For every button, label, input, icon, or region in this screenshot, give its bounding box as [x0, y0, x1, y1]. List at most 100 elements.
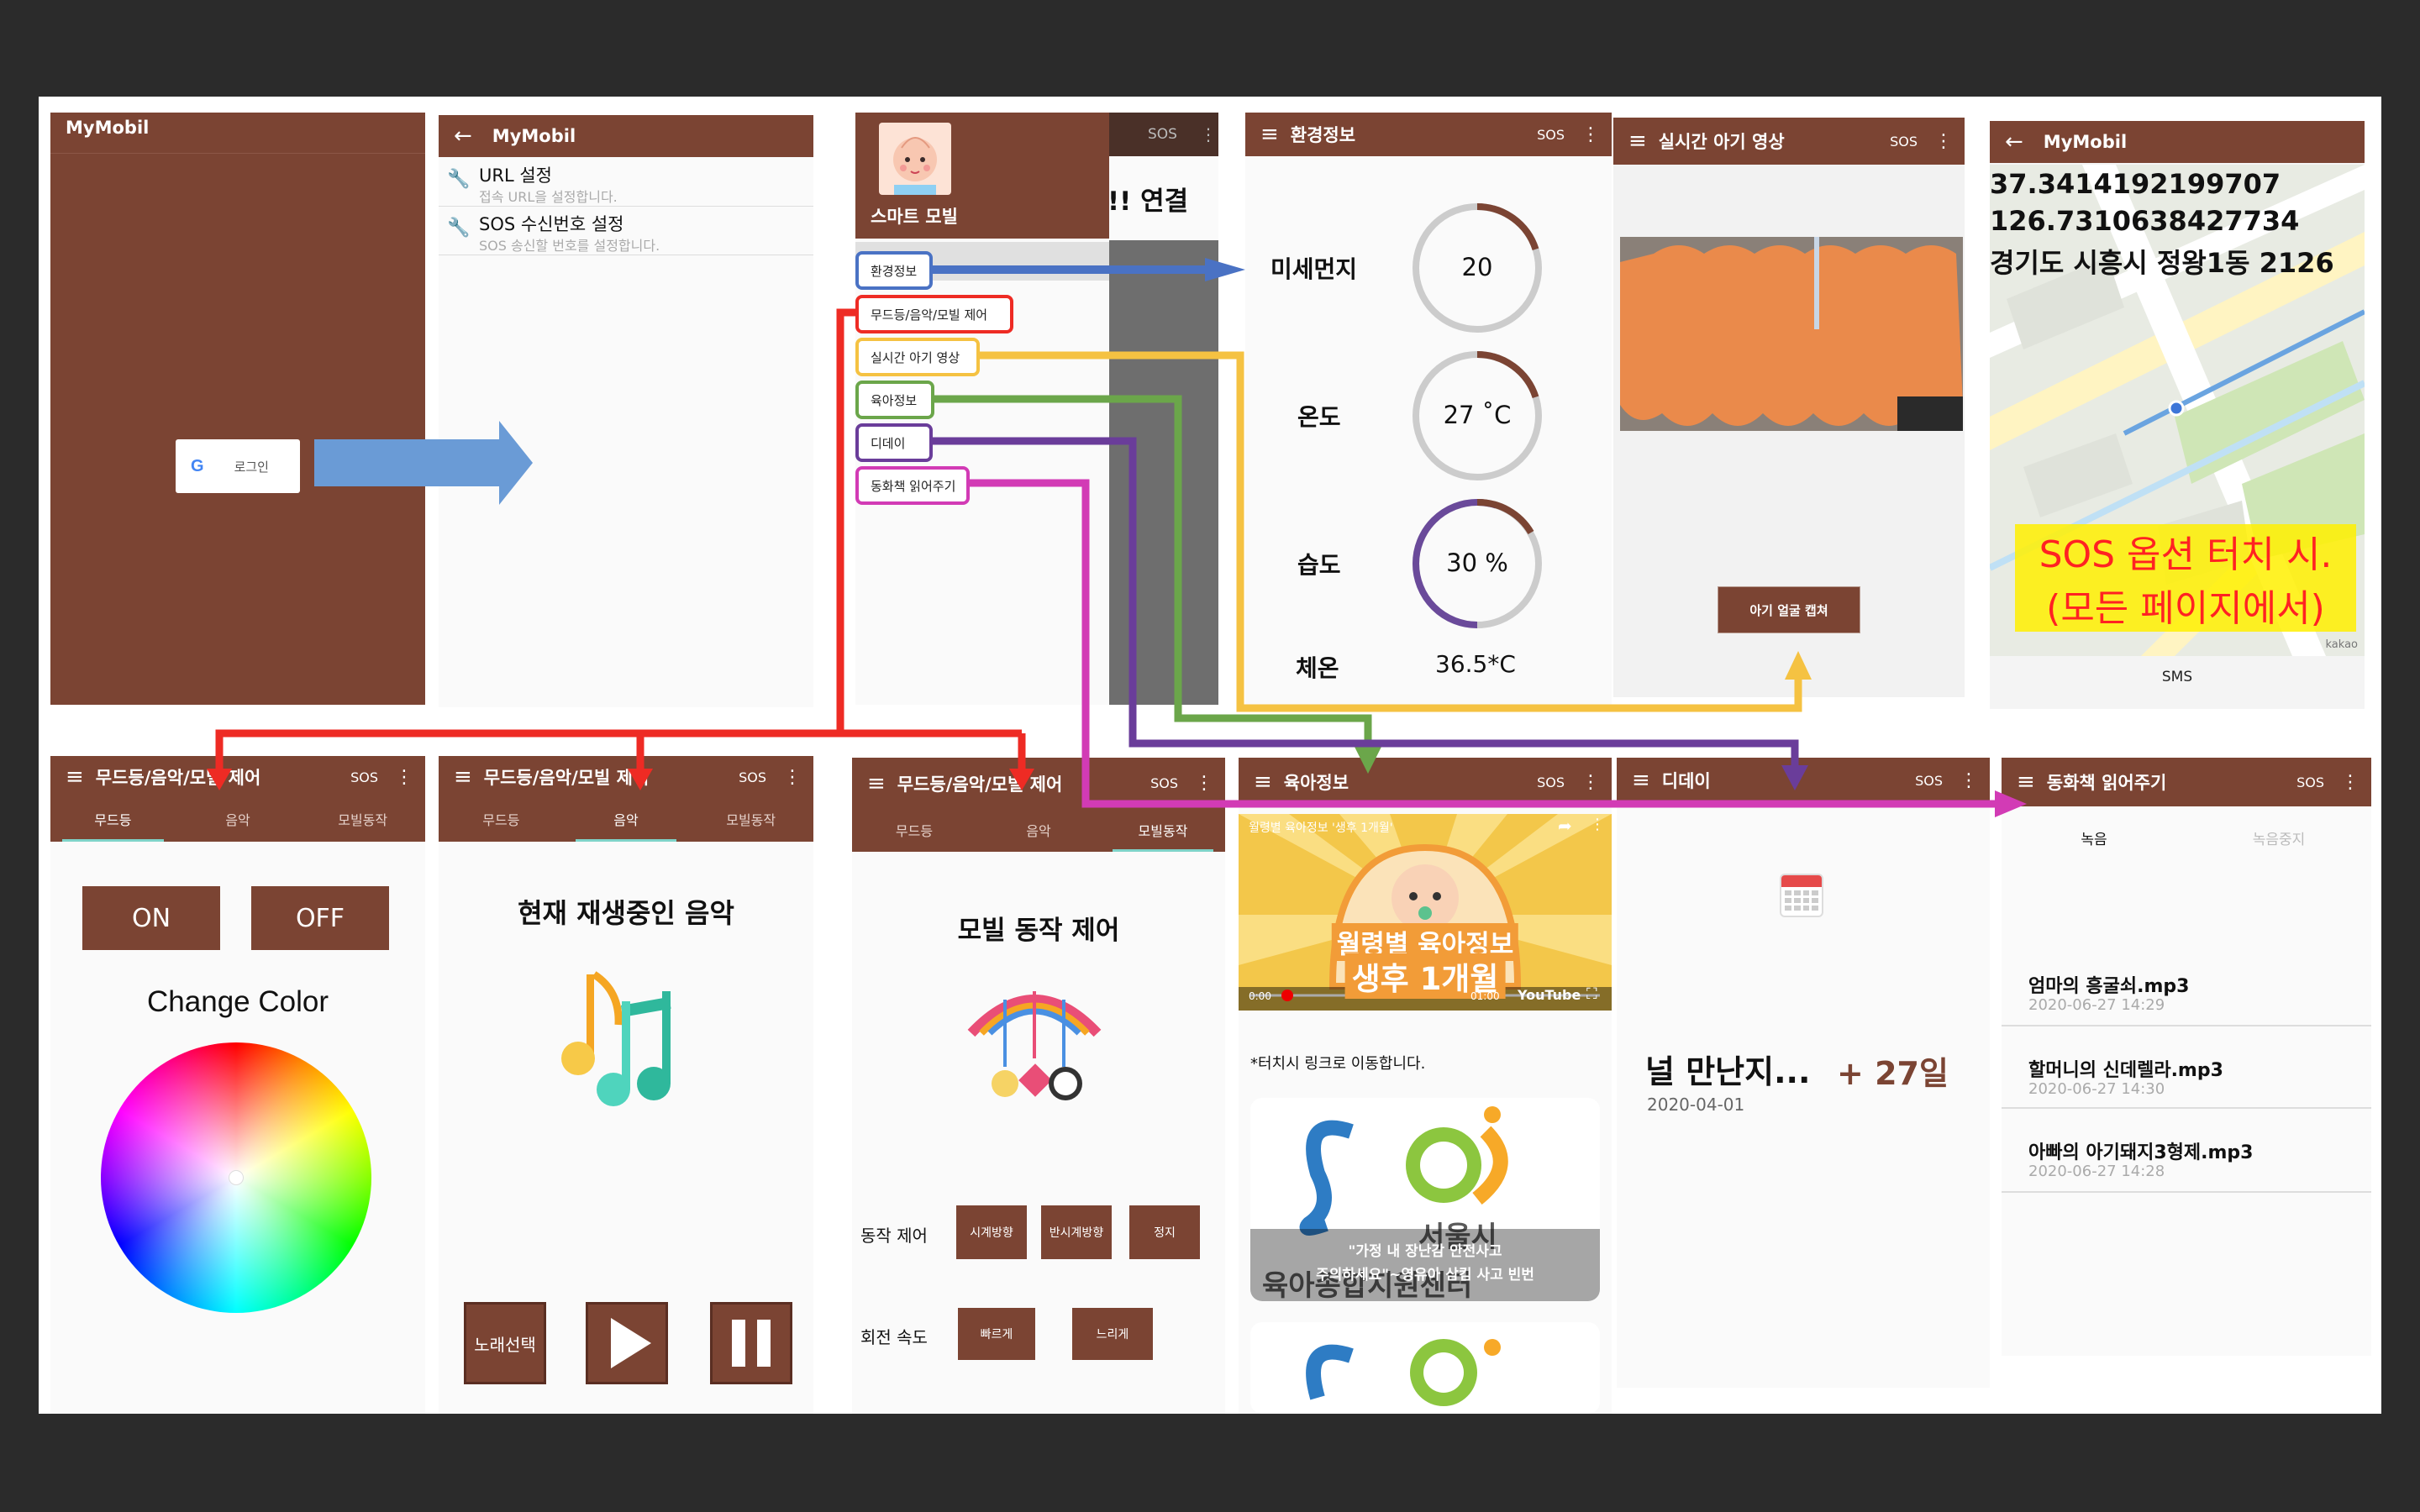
- stop-record-tab[interactable]: 녹음중지: [2253, 827, 2306, 848]
- drawer-item-dday[interactable]: 디데이: [855, 423, 933, 462]
- fairytale-title: 동화책 읽어주기: [2046, 773, 2167, 793]
- play-button[interactable]: [586, 1302, 668, 1384]
- settings-title: MyMobil: [492, 126, 576, 146]
- recording-name: 할머니의 신데렐라.mp3: [2028, 1060, 2223, 1081]
- tab-music[interactable]: 음악: [976, 809, 1101, 852]
- article-card-2[interactable]: [1250, 1322, 1600, 1414]
- recording-name: 아빠의 아기돼지3형제.mp3: [2028, 1142, 2254, 1163]
- sos-button[interactable]: SOS: [1150, 775, 1178, 791]
- stop-button[interactable]: 정지: [1129, 1205, 1200, 1259]
- sos-button[interactable]: SOS: [1915, 773, 1943, 789]
- env-value: 20: [1461, 253, 1493, 281]
- recording-list-item[interactable]: 할머니의 신데렐라.mp3 2020-06-27 14:30: [2002, 1026, 2371, 1109]
- mobile-motion-screen: ≡ 무드등/음악/모빌 제어 SOS ⋮ 무드등 음악 모빌동작 모빌 동작 제…: [852, 758, 1225, 1414]
- more-icon[interactable]: ⋮: [2341, 772, 2360, 793]
- motion-control-label: 동작 제어: [860, 1226, 928, 1246]
- settings-item-url[interactable]: 🔧 URL 설정 접속 URL을 설정합니다.: [439, 159, 813, 207]
- tab-mobile[interactable]: 모빌동작: [300, 798, 425, 842]
- video-duration: 01:00: [1470, 990, 1500, 1002]
- light-on-button[interactable]: ON: [82, 886, 220, 950]
- music-screen: ≡ 무드등/음악/모빌 제어 SOS ⋮ 무드등 음악 모빌동작 현재 재생중인…: [439, 756, 813, 1414]
- drawer-item-environment[interactable]: 환경정보: [855, 251, 933, 290]
- wrench-icon: 🔧: [447, 218, 471, 239]
- sos-button[interactable]: SOS: [2296, 774, 2324, 790]
- more-icon[interactable]: ⋮: [1581, 772, 1600, 793]
- menu-icon[interactable]: ≡: [1632, 768, 1650, 793]
- menu-icon[interactable]: ≡: [454, 764, 472, 790]
- youtube-video[interactable]: 월령별 육아정보 '생후 1개월' ➦ ⋮ 월령별 육아정보 생후 1개월 0:…: [1239, 814, 1612, 1011]
- video-more-icon[interactable]: ⋮: [1590, 816, 1605, 833]
- google-login-button[interactable]: G 로그인: [176, 439, 300, 493]
- tab-mobile[interactable]: 모빌동작: [688, 798, 813, 842]
- settings-item-sos[interactable]: 🔧 SOS 수신번호 설정 SOS 송신할 번호를 설정합니다.: [439, 207, 813, 255]
- menu-icon[interactable]: ≡: [2017, 769, 2035, 795]
- gauge-fill-humidity-2: [1476, 498, 1534, 535]
- pause-button[interactable]: [710, 1302, 792, 1384]
- select-song-button[interactable]: 노래선택: [464, 1302, 546, 1384]
- capture-face-button[interactable]: 아기 얼굴 캡쳐: [1718, 586, 1860, 633]
- tab-music[interactable]: 음악: [176, 798, 301, 842]
- record-tab[interactable]: 녹음: [2081, 827, 2107, 848]
- address-text: 경기도 시흥시 정왕1동 2126: [1990, 247, 2334, 279]
- sos-button[interactable]: SOS: [350, 769, 378, 785]
- control-tabs: 무드등 음악 모빌동작: [439, 798, 813, 842]
- env-gauges: [1413, 203, 1542, 628]
- control-appbar: ≡ 무드등/음악/모빌 제어 SOS ⋮: [439, 756, 813, 798]
- counterclockwise-button[interactable]: 반시계방향: [1041, 1205, 1112, 1259]
- recording-list-item[interactable]: 아빠의 아기돼지3형제.mp3 2020-06-27 14:28: [2002, 1109, 2371, 1193]
- drawer-item-parenting[interactable]: 육아정보: [855, 381, 934, 419]
- music-note-icon: [553, 958, 704, 1109]
- settings-item-title: SOS 수신번호 설정: [479, 214, 624, 234]
- settings-item-subtitle: 접속 URL을 설정합니다.: [479, 189, 618, 205]
- drawer-item-control[interactable]: 무드등/음악/모빌 제어: [855, 295, 1013, 333]
- back-arrow-icon[interactable]: ←: [454, 123, 472, 149]
- color-wheel[interactable]: [101, 1042, 371, 1313]
- tab-mood[interactable]: 무드등: [852, 809, 976, 852]
- sos-button[interactable]: SOS: [739, 769, 766, 785]
- control-appbar: ≡ 무드등/음악/모빌 제어 SOS ⋮: [50, 756, 425, 798]
- more-icon[interactable]: ⋮: [1934, 131, 1953, 152]
- clockwise-button[interactable]: 시계방향: [956, 1205, 1027, 1259]
- settings-screen: ← MyMobil 🔧 URL 설정 접속 URL을 설정합니다. 🔧 SOS …: [439, 115, 813, 707]
- drawer-header: 스마트 모빌: [855, 113, 1109, 239]
- menu-icon[interactable]: ≡: [66, 764, 84, 790]
- control-tabs: 무드등 음악 모빌동작: [50, 798, 425, 842]
- menu-icon[interactable]: ≡: [867, 771, 886, 796]
- faster-button[interactable]: 빠르게: [958, 1308, 1035, 1360]
- tab-music[interactable]: 음악: [564, 798, 689, 842]
- dday-screen: ≡ 디데이 SOS ⋮ 널 만난지... + 27일 2020-04-01: [1617, 758, 1990, 1388]
- light-off-button[interactable]: OFF: [251, 886, 389, 950]
- menu-icon[interactable]: ≡: [1628, 129, 1647, 154]
- sos-button[interactable]: SOS: [1537, 774, 1565, 790]
- sos-button[interactable]: SOS: [1890, 134, 1918, 150]
- tab-mobile[interactable]: 모빌동작: [1101, 809, 1225, 852]
- recording-list-item[interactable]: 엄마의 흥굴쇠.mp3 2020-06-27 14:29: [2002, 944, 2371, 1026]
- more-icon[interactable]: ⋮: [395, 767, 413, 788]
- control-title: 무드등/음악/모빌 제어: [483, 768, 650, 788]
- now-playing-label: 현재 재생중인 음악: [518, 897, 734, 929]
- fullscreen-icon[interactable]: ⛶: [1586, 985, 1597, 1003]
- share-icon[interactable]: ➦: [1558, 816, 1572, 836]
- live-video-title: 실시간 아기 영상: [1658, 132, 1785, 152]
- drawer-behind-text: !! 연결: [1107, 186, 1189, 217]
- wrench-icon: 🔧: [447, 169, 471, 190]
- more-icon[interactable]: ⋮: [1195, 773, 1213, 794]
- sms-button[interactable]: SMS: [2162, 669, 2192, 685]
- tab-mood[interactable]: 무드등: [439, 798, 564, 842]
- control-tabs: 무드등 음악 모빌동작: [852, 809, 1225, 852]
- slower-button[interactable]: 느리게: [1072, 1308, 1153, 1360]
- color-picker-thumb[interactable]: [229, 1170, 244, 1185]
- live-video-screen: ≡ 실시간 아기 영상 SOS ⋮ 아기 얼굴 캡쳐: [1613, 118, 1965, 697]
- back-arrow-icon[interactable]: ←: [2005, 129, 2023, 155]
- menu-icon[interactable]: ≡: [1254, 769, 1272, 795]
- article-card[interactable]: 서울시 육아종합지원센터 "가정 내 장난감 안전사고 주의하세요"~영유아 삼…: [1250, 1098, 1600, 1301]
- body-temp-label: 체온: [1296, 654, 1339, 682]
- drawer-item-fairytale[interactable]: 동화책 읽어주기: [855, 466, 970, 505]
- more-icon[interactable]: ⋮: [1960, 770, 1978, 791]
- drawer-item-live-video[interactable]: 실시간 아기 영상: [855, 338, 980, 376]
- control-title: 무드등/음악/모빌 제어: [897, 774, 1063, 795]
- change-color-label: Change Color: [147, 985, 329, 1018]
- storyboard-sheet: MyMobil G 로그인 ← MyMobil 🔧 URL 설정 접속 URL을…: [39, 97, 2381, 1414]
- tab-mood[interactable]: 무드등: [50, 798, 176, 842]
- more-icon[interactable]: ⋮: [783, 767, 802, 788]
